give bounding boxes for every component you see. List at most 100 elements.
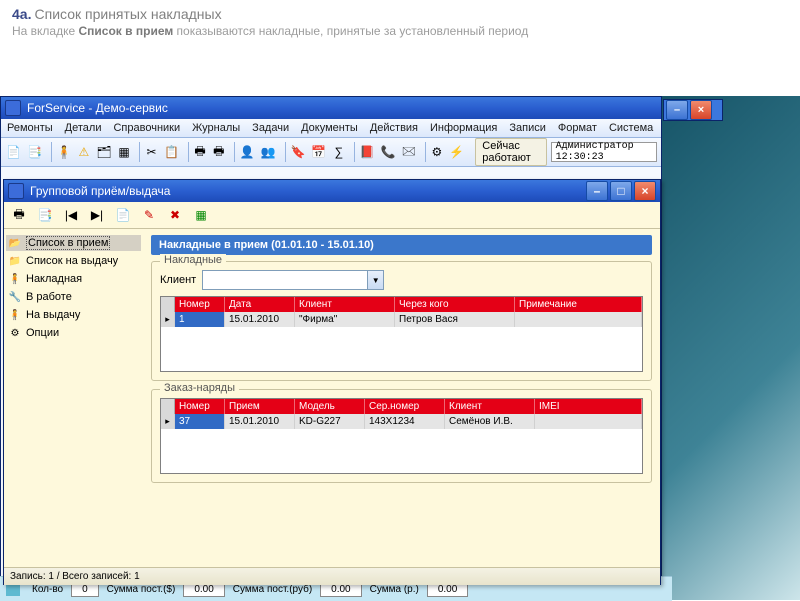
- menu-item[interactable]: Справочники: [113, 122, 180, 134]
- dialog-toolbar: 🖶 📑 |◀ ▶| 📄 ✎ ✖ ▦: [4, 202, 660, 229]
- menu-item[interactable]: Формат: [558, 122, 597, 134]
- menu-item[interactable]: Действия: [370, 122, 418, 134]
- caption-number: 4a.: [12, 6, 31, 22]
- gear-icon: ⚙: [8, 327, 22, 339]
- toolbar-msg-icon[interactable]: 🖂: [401, 141, 417, 163]
- invoices-grid[interactable]: Номер Дата Клиент Через кого Примечание …: [160, 296, 643, 372]
- menu-item[interactable]: Документы: [301, 122, 358, 134]
- tree-item-incoming[interactable]: 📂Список в прием: [6, 235, 141, 251]
- toolbar-user-icon[interactable]: 👤: [239, 141, 256, 163]
- toolbar-stamp-icon[interactable]: 🔖: [289, 141, 306, 163]
- toolbar-printlist-icon[interactable]: 🖶: [211, 141, 226, 163]
- row-indicator-icon: ▸: [161, 414, 175, 429]
- toolbar-paste-icon[interactable]: 📋: [163, 141, 180, 163]
- toolbar-person-icon[interactable]: 🧍: [56, 141, 73, 163]
- background-window-buttons: – ×: [663, 99, 723, 121]
- toolbar-card-icon[interactable]: 🗂: [95, 141, 112, 163]
- caption-title: Список принятых накладных: [35, 6, 222, 22]
- chevron-down-icon[interactable]: ▼: [367, 271, 383, 289]
- toolbar-calendar-icon[interactable]: 📅: [310, 141, 327, 163]
- document-green-icon: 🧍: [8, 309, 22, 321]
- row-indicator-icon: ▸: [161, 312, 175, 327]
- footer-label: Сумма пост.($): [107, 584, 176, 595]
- dialog-icon: [8, 183, 24, 199]
- dlg-print-icon[interactable]: 🖶: [8, 204, 30, 226]
- toolbar-bolt-icon[interactable]: ⚡: [448, 141, 465, 163]
- col-header[interactable]: Дата: [225, 297, 295, 312]
- nav-tree: 📂Список в прием 📁Список на выдачу 🧍Накла…: [4, 229, 143, 567]
- dlg-copy-icon[interactable]: 📑: [34, 204, 56, 226]
- footer-label: Кол-во: [32, 584, 63, 595]
- status-box: Администратор 12:30:23: [551, 142, 657, 162]
- bg-minimize-button[interactable]: –: [666, 100, 688, 120]
- presentation-background: [660, 96, 800, 600]
- dlg-excel-icon[interactable]: ▦: [190, 204, 212, 226]
- col-header[interactable]: Номер: [175, 297, 225, 312]
- menu-item[interactable]: Информация: [430, 122, 497, 134]
- dialog-titlebar[interactable]: Групповой приём/выдача – □ ×: [4, 180, 660, 202]
- menu-item[interactable]: Записи: [509, 122, 546, 134]
- col-header[interactable]: Клиент: [295, 297, 395, 312]
- dialog-maximize-button[interactable]: □: [610, 181, 632, 201]
- client-combo[interactable]: ▼: [202, 270, 384, 290]
- col-header[interactable]: Модель: [295, 399, 365, 414]
- footer-label: Сумма (р.): [370, 584, 419, 595]
- folder-icon: 📁: [8, 255, 22, 267]
- toolbar-grid-icon[interactable]: ▦: [117, 141, 132, 163]
- col-header[interactable]: Клиент: [445, 399, 535, 414]
- page-caption: 4a. Список принятых накладных На вкладке…: [0, 0, 800, 40]
- menu-item[interactable]: Детали: [65, 122, 102, 134]
- menu-item[interactable]: Ремонты: [7, 122, 53, 134]
- main-menubar[interactable]: Ремонты Детали Справочники Журналы Задач…: [1, 119, 661, 138]
- toolbar-phone-icon[interactable]: 📞: [380, 141, 397, 163]
- table-row[interactable]: ▸ 1 15.01.2010 "Фирма" Петров Вася: [161, 312, 642, 327]
- dialog-close-button[interactable]: ×: [634, 181, 656, 201]
- menu-item[interactable]: Система: [609, 122, 653, 134]
- footer-label: Сумма пост.(руб): [233, 584, 312, 595]
- dlg-delete-icon[interactable]: ✖: [164, 204, 186, 226]
- dlg-new-icon[interactable]: 📄: [112, 204, 134, 226]
- main-toolbar: 📄 📑 🧍 ⚠ 🗂 ▦ ✂ 📋 🖶 🖶 👤 👥 🔖 📅 ∑ 📕 📞 🖂 ⚙ ⚡ …: [1, 138, 661, 167]
- tree-item-todeliver[interactable]: 🧍На выдачу: [6, 307, 141, 323]
- dlg-edit-icon[interactable]: ✎: [138, 204, 160, 226]
- banner: Накладные в прием (01.01.10 - 15.01.10): [151, 235, 652, 255]
- group-orders: Заказ-наряды Номер Прием Модель Сер.номе…: [151, 389, 652, 483]
- tree-item-options[interactable]: ⚙Опции: [6, 325, 141, 341]
- col-header[interactable]: Номер: [175, 399, 225, 414]
- col-header[interactable]: Через кого: [395, 297, 515, 312]
- tree-item-invoice[interactable]: 🧍Накладная: [6, 271, 141, 287]
- tree-item-outgoing[interactable]: 📁Список на выдачу: [6, 253, 141, 269]
- table-row[interactable]: ▸ 37 15.01.2010 KD-G227 143X1234 Семёнов…: [161, 414, 642, 429]
- toolbar-warn-icon[interactable]: ⚠: [77, 141, 92, 163]
- toolbar-gear-icon[interactable]: ⚙: [429, 141, 444, 163]
- tree-item-inwork[interactable]: 🔧В работе: [6, 289, 141, 305]
- toolbar-print-icon[interactable]: 🖶: [193, 141, 208, 163]
- bg-close-button[interactable]: ×: [690, 100, 712, 120]
- folder-icon: 📂: [8, 237, 22, 249]
- toolbar-new-icon[interactable]: 📄: [5, 141, 22, 163]
- group-invoices: Накладные Клиент ▼ Номер Дата Клиент Чер…: [151, 261, 652, 381]
- dialog-minimize-button[interactable]: –: [586, 181, 608, 201]
- dialog-statusbar: Запись: 1 / Всего записей: 1: [4, 567, 660, 585]
- main-titlebar[interactable]: ForService - Демо-сервис: [1, 97, 661, 119]
- toolbar-users-icon[interactable]: 👥: [260, 141, 277, 163]
- document-red-icon: 🧍: [8, 273, 22, 285]
- menu-item[interactable]: Задачи: [252, 122, 289, 134]
- toolbar-cut-icon[interactable]: ✂: [144, 141, 159, 163]
- toolbar-book-icon[interactable]: 📕: [359, 141, 376, 163]
- toolbar-sum-icon[interactable]: ∑: [331, 141, 346, 163]
- dialog-title: Групповой приём/выдача: [30, 184, 170, 198]
- col-header[interactable]: Прием: [225, 399, 295, 414]
- toolbar-copy-icon[interactable]: 📑: [26, 141, 43, 163]
- dialog-window: Групповой приём/выдача – □ × 🖶 📑 |◀ ▶| 📄…: [3, 179, 661, 585]
- wrench-icon: 🔧: [8, 291, 22, 303]
- menu-item[interactable]: Журналы: [192, 122, 240, 134]
- orders-grid[interactable]: Номер Прием Модель Сер.номер Клиент IMEI…: [160, 398, 643, 474]
- main-title: ForService - Демо-сервис: [27, 101, 168, 115]
- dlg-last-icon[interactable]: ▶|: [86, 204, 108, 226]
- col-header[interactable]: Сер.номер: [365, 399, 445, 414]
- dlg-first-icon[interactable]: |◀: [60, 204, 82, 226]
- col-header[interactable]: Примечание: [515, 297, 642, 312]
- group-legend: Заказ-наряды: [160, 382, 239, 394]
- col-header[interactable]: IMEI: [535, 399, 642, 414]
